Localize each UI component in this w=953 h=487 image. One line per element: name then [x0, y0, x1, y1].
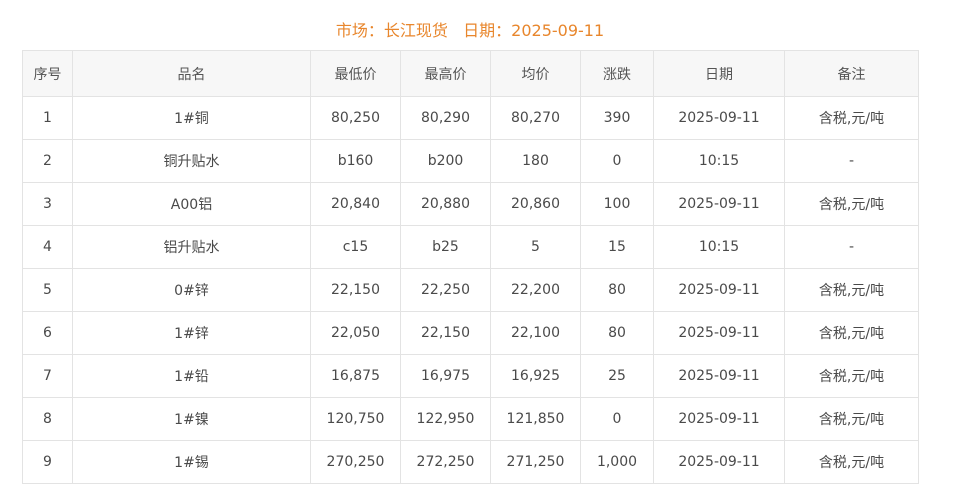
column-header-change: 涨跌 [580, 50, 654, 97]
cell-low-price: b160 [310, 139, 401, 183]
cell-index: 9 [22, 440, 73, 484]
market-value: 长江现货 [383, 21, 448, 40]
cell-change: 80 [580, 268, 654, 312]
column-header-name: 品名 [72, 50, 311, 97]
cell-name: 1#镍 [72, 397, 311, 441]
table-row: 2 铜升贴水 b160 b200 180 0 10:15- [22, 139, 919, 183]
cell-date: 2025-09-11 [653, 268, 785, 312]
cell-date: 10:15 [653, 139, 785, 183]
cell-index: 5 [22, 268, 73, 312]
cell-date: 2025-09-11 [653, 397, 785, 441]
table-header-row: 序号 品名 最低价 最高价 均价 涨跌 日期 备注 [22, 50, 919, 97]
date-value: 2025-09-11 [511, 21, 605, 40]
cell-avg-price: 22,100 [490, 311, 581, 355]
cell-low-price: c15 [310, 225, 401, 269]
cell-note: 含税,元/吨 [784, 354, 919, 398]
cell-avg-price: 20,860 [490, 182, 581, 226]
cell-note: 含税,元/吨 [784, 182, 919, 226]
table-row: 5 0#锌 22,150 22,250 22,200 80 2025-09-11 含税,元/吨 [22, 268, 919, 312]
cell-name: 1#锌 [72, 311, 311, 355]
cell-note: 含税,元/吨 [784, 440, 919, 484]
cell-note: - [784, 225, 919, 269]
cell-name: 0#锌 [72, 268, 311, 312]
cell-high-price: 16,975 [400, 354, 491, 398]
cell-high-price: b25 [400, 225, 491, 269]
cell-index: 3 [22, 182, 73, 226]
cell-avg-price: 180 [490, 139, 581, 183]
cell-change: 0 [580, 397, 654, 441]
cell-high-price: b200 [400, 139, 491, 183]
cell-change: 0 [580, 139, 654, 183]
cell-change: 25 [580, 354, 654, 398]
cell-low-price: 270,250 [310, 440, 401, 484]
cell-note: 含税,元/吨 [784, 397, 919, 441]
column-header-low: 最低价 [310, 50, 401, 97]
table-body: 1 1#铜 80,250 80,290 80,270 390 2025-09-11 含税,元/… [22, 96, 919, 484]
market-label: 市场： [335, 21, 384, 40]
cell-avg-price: 80,270 [490, 96, 581, 140]
cell-date: 2025-09-11 [653, 354, 785, 398]
cell-high-price: 20,880 [400, 182, 491, 226]
cell-high-price: 22,150 [400, 311, 491, 355]
column-header-avg: 均价 [490, 50, 581, 97]
cell-avg-price: 16,925 [490, 354, 581, 398]
cell-avg-price: 22,200 [490, 268, 581, 312]
column-header-note: 备注 [784, 50, 919, 97]
cell-name: 铜升贴水 [72, 139, 311, 183]
table-row: 7 1#铅 16,875 16,975 16,925 25 2025-09-11 含税,元/吨 [22, 354, 919, 398]
cell-low-price: 120,750 [310, 397, 401, 441]
cell-low-price: 80,250 [310, 96, 401, 140]
cell-high-price: 122,950 [400, 397, 491, 441]
cell-name: 1#锡 [72, 440, 311, 484]
cell-index: 4 [22, 225, 73, 269]
cell-name: 1#铅 [72, 354, 311, 398]
cell-avg-price: 121,850 [490, 397, 581, 441]
cell-change: 100 [580, 182, 654, 226]
cell-low-price: 22,050 [310, 311, 401, 355]
cell-index: 6 [22, 311, 73, 355]
cell-date: 2025-09-11 [653, 182, 785, 226]
cell-high-price: 22,250 [400, 268, 491, 312]
cell-note: - [784, 139, 919, 183]
cell-avg-price: 271,250 [490, 440, 581, 484]
cell-note: 含税,元/吨 [784, 268, 919, 312]
cell-date: 2025-09-11 [653, 440, 785, 484]
cell-change: 1,000 [580, 440, 654, 484]
table-row: 3 A00铝 20,840 20,880 20,860 100 2025-09-11 含税,元… [22, 182, 919, 226]
date-label: 日期： [463, 21, 512, 40]
cell-low-price: 16,875 [310, 354, 401, 398]
cell-note: 含税,元/吨 [784, 96, 919, 140]
table-row: 8 1#镍 120,750 122,950 121,850 0 2025-09-11 含税,元… [22, 397, 919, 441]
cell-high-price: 272,250 [400, 440, 491, 484]
cell-low-price: 22,150 [310, 268, 401, 312]
cell-name: 1#铜 [72, 96, 311, 140]
cell-date: 2025-09-11 [653, 96, 785, 140]
cell-avg-price: 5 [490, 225, 581, 269]
table-row: 6 1#锌 22,050 22,150 22,100 80 2025-09-11 含税,元/吨 [22, 311, 919, 355]
cell-name: A00铝 [72, 182, 311, 226]
cell-change: 390 [580, 96, 654, 140]
table-row: 9 1#锡 270,250 272,250 271,250 1,000 2025-09-11… [22, 440, 919, 484]
cell-change: 15 [580, 225, 654, 269]
cell-low-price: 20,840 [310, 182, 401, 226]
cell-change: 80 [580, 311, 654, 355]
cell-high-price: 80,290 [400, 96, 491, 140]
table-row: 1 1#铜 80,250 80,290 80,270 390 2025-09-11 含税,元/… [22, 96, 919, 140]
table-row: 4 铝升贴水 c15 b25 5 15 10:15- [22, 225, 919, 269]
price-table: 序号 品名 最低价 最高价 均价 涨跌 日期 备注 1 1#铜 80,250 80,2… [22, 50, 919, 484]
cell-name: 铝升贴水 [72, 225, 311, 269]
cell-index: 8 [22, 397, 73, 441]
page-title: 市场：长江现货 日期：2025-09-11 [0, 19, 940, 43]
column-header-index: 序号 [22, 50, 73, 97]
cell-index: 2 [22, 139, 73, 183]
cell-note: 含税,元/吨 [784, 311, 919, 355]
cell-index: 7 [22, 354, 73, 398]
cell-date: 10:15 [653, 225, 785, 269]
cell-date: 2025-09-11 [653, 311, 785, 355]
column-header-high: 最高价 [400, 50, 491, 97]
column-header-date: 日期 [653, 50, 785, 97]
cell-index: 1 [22, 96, 73, 140]
